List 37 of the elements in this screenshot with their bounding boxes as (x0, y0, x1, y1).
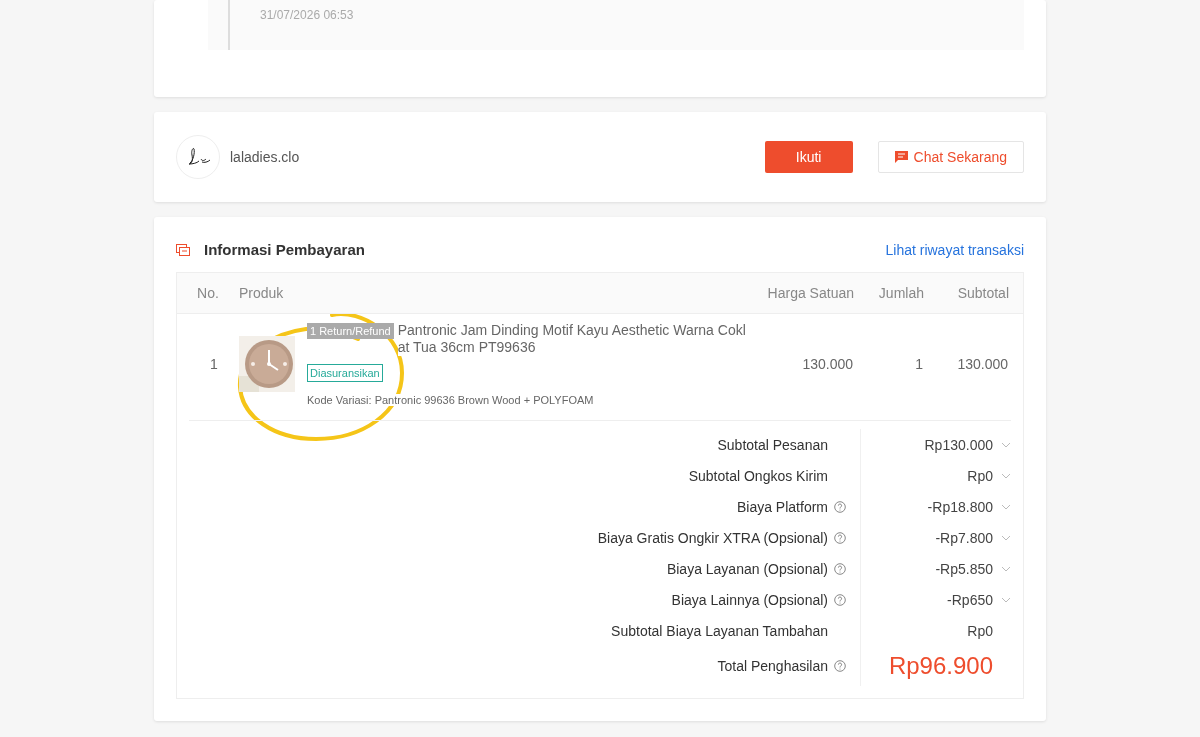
summary-value: -Rp7.800 (935, 529, 993, 546)
summary-label: Total Penghasilan (717, 658, 828, 674)
insured-tag: Diasuransikan (307, 364, 383, 382)
column-header: Subtotal (956, 285, 1010, 301)
history-link[interactable]: Lihat riwayat transaksi (885, 241, 1024, 258)
variation-code: Kode Variasi: Pantronic 99636 Brown Wood + POLYFOAM (307, 394, 594, 406)
column-header: Harga Satuan (766, 285, 855, 301)
return-badge: 1 Return/Refund (307, 323, 394, 339)
summary-label: Biaya Platform (736, 498, 828, 515)
subtotal: 130.000 (956, 356, 1009, 372)
row-number: 1 (209, 356, 219, 372)
total-amount: Rp96.900 (888, 652, 993, 680)
summary-label: Subtotal Pesanan (717, 436, 828, 453)
summary-value: Rp130.000 (924, 436, 993, 453)
shop-name[interactable]: laladies.clo (230, 149, 755, 165)
summary-value: -Rp5.850 (935, 560, 993, 577)
summary-label: Subtotal Ongkos Kirim (688, 467, 828, 484)
chat-button[interactable]: Chat Sekarang (877, 141, 1024, 173)
summary-label: Biaya Lainnya (Opsional) (671, 591, 828, 608)
summary-value: Rp0 (967, 467, 993, 484)
product-name[interactable]: Pantronic Jam Dinding Motif Kayu Aesthetic Warna Coklat Tua 36cm PT99636 (397, 322, 747, 356)
summary-value: Rp0 (967, 622, 993, 639)
column-header: Jumlah (877, 285, 925, 301)
section-title: Informasi Pembayaran (204, 241, 366, 258)
chat-icon (894, 151, 908, 163)
payment-icon (176, 243, 190, 256)
timestamp: 31/07/2026 06:53 (260, 8, 354, 22)
column-header: Produk (239, 285, 285, 301)
summary-label: Subtotal Biaya Layanan Tambahan (611, 622, 828, 639)
summary-value: -Rp18.800 (927, 498, 993, 515)
summary-label: Biaya Layanan (Opsional) (666, 560, 828, 577)
column-header: No. (196, 285, 220, 301)
unit-price: 130.000 (801, 356, 854, 372)
summary-label: Biaya Gratis Ongkir XTRA (Opsional) (597, 529, 828, 546)
quantity: 1 (914, 356, 924, 372)
follow-button[interactable]: Ikuti (764, 141, 853, 173)
summary-value: -Rp650 (947, 591, 993, 608)
